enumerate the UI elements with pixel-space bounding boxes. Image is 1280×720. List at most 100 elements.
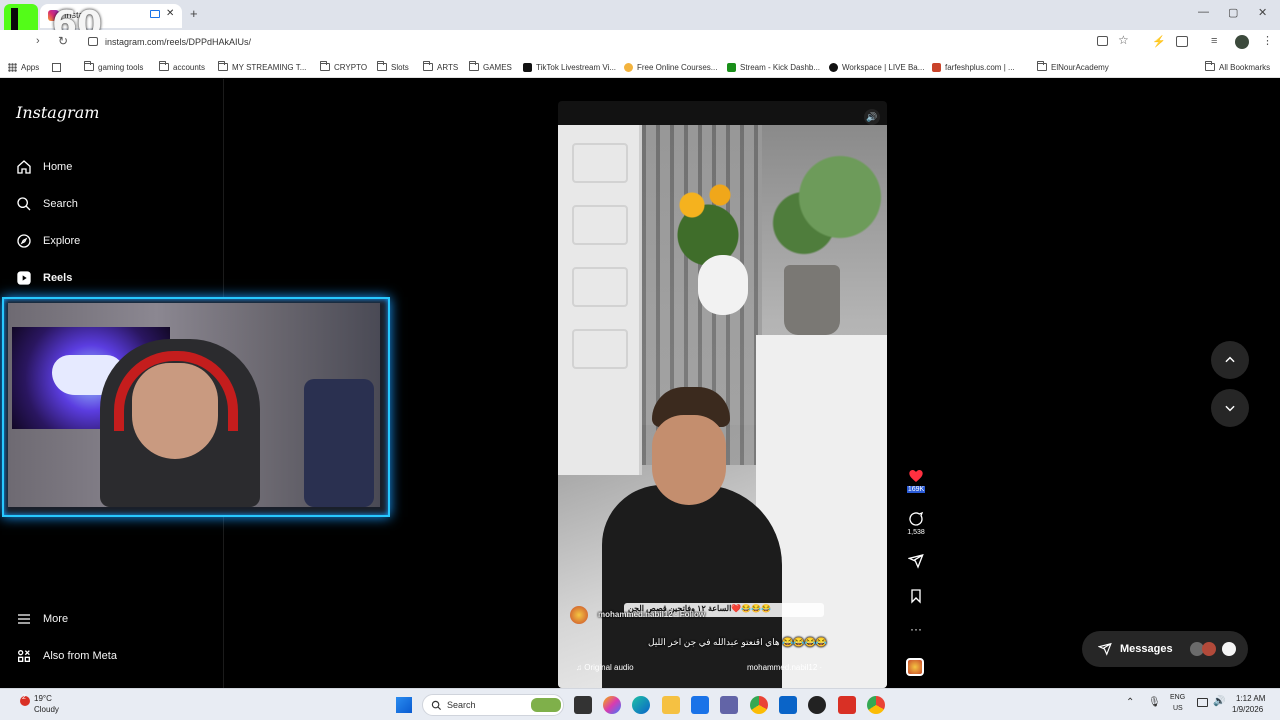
microphone-icon[interactable]: 🎙: [1148, 697, 1161, 708]
reading-list-icon[interactable]: ≡: [1211, 35, 1217, 47]
bookmark-star-icon[interactable]: ☆: [1118, 33, 1129, 47]
folder-icon: [320, 61, 330, 71]
door-panel: [572, 329, 628, 369]
reel-player[interactable]: الساعة ١٢ وفاتحين قصص الجن❤️😂😂😂 mohammed…: [558, 101, 887, 688]
bookmark-folder[interactable]: CRYPTO: [320, 60, 367, 74]
tiktok-icon: [829, 62, 838, 72]
gaming-chair: [304, 379, 374, 507]
nav-search[interactable]: Search: [16, 196, 78, 212]
nav-explore[interactable]: Explore: [16, 233, 80, 249]
messages-button[interactable]: Messages: [1082, 631, 1248, 667]
bookmark-link[interactable]: Stream - Kick Dashb...: [727, 60, 820, 74]
share-button[interactable]: [906, 553, 926, 571]
audio-label[interactable]: ♫ Original audio: [576, 663, 634, 672]
outlook-icon[interactable]: [779, 696, 797, 714]
chrome-menu-icon[interactable]: ⋮: [1262, 34, 1273, 47]
previous-reel-button[interactable]: [1211, 341, 1249, 379]
like-button[interactable]: 169K: [906, 468, 926, 493]
folder-icon: [1205, 61, 1215, 71]
install-app-icon[interactable]: [1097, 36, 1108, 46]
minimize-button[interactable]: —: [1198, 6, 1209, 18]
menu-icon: [18, 614, 30, 624]
nav-home[interactable]: Home: [16, 159, 72, 175]
chrome-icon[interactable]: [867, 696, 885, 714]
plant-pot: [784, 265, 840, 335]
taskbar-search-placeholder: Search: [447, 700, 476, 710]
nav-more[interactable]: More: [16, 611, 68, 627]
save-button[interactable]: [906, 588, 926, 606]
tab-close-icon[interactable]: ✕: [166, 8, 174, 19]
reels-icon: [17, 271, 31, 285]
bookmark-link[interactable]: TikTok Livestream Vi...: [523, 60, 616, 74]
site-info-icon[interactable]: [88, 37, 98, 46]
clock-time[interactable]: 1:12 AM: [1236, 694, 1265, 703]
maximize-button[interactable]: ▢: [1228, 6, 1238, 19]
start-button[interactable]: [396, 697, 412, 713]
close-window-button[interactable]: ✕: [1258, 6, 1267, 19]
back-icon[interactable]: ›: [36, 35, 40, 47]
url-bar[interactable]: instagram.com/reels/DPPdHAkAIUs/: [105, 37, 251, 47]
obs-icon[interactable]: [808, 696, 826, 714]
apps-grid-icon: [8, 62, 17, 72]
reload-icon[interactable]: ↻: [58, 34, 68, 48]
volume-icon[interactable]: 🔊: [1213, 696, 1225, 707]
man-face: [652, 415, 726, 505]
comment-icon: [909, 511, 924, 526]
new-tab-button[interactable]: +: [190, 6, 198, 21]
mute-button[interactable]: 🔊: [864, 109, 880, 125]
search-icon: [17, 197, 31, 211]
bookmark-folder[interactable]: MY STREAMING T...: [218, 60, 306, 74]
profile-avatar[interactable]: [1235, 35, 1249, 49]
bookmark-folder[interactable]: GAMES: [469, 60, 512, 74]
edge-icon[interactable]: [632, 696, 650, 714]
all-bookmarks[interactable]: All Bookmarks: [1205, 60, 1270, 74]
next-reel-button[interactable]: [1211, 389, 1249, 427]
extension-icon[interactable]: ⚡: [1152, 35, 1166, 48]
reel-caption: هاي اقنعتو عبدالله في جن اخر الليل 😂😂😂😂: [648, 637, 827, 647]
explore-icon: [17, 234, 31, 248]
bookmark-link[interactable]: Workspace | LIVE Ba...: [829, 60, 924, 74]
copilot-icon[interactable]: [603, 696, 621, 714]
network-icon[interactable]: [1197, 698, 1208, 707]
bookmark-folder[interactable]: ElNourAcademy: [1037, 60, 1109, 74]
chrome-icon[interactable]: [750, 696, 768, 714]
bookmark-link[interactable]: farfeshplus.com | ...: [932, 60, 1015, 74]
reel-video[interactable]: الساعة ١٢ وفاتحين قصص الجن❤️😂😂😂 mohammed…: [558, 125, 887, 688]
comment-count: 1,538: [907, 529, 925, 536]
audio-thumbnail[interactable]: [906, 658, 924, 676]
file-explorer-icon[interactable]: [662, 696, 680, 714]
bookmark-folder[interactable]: gaming tools: [84, 60, 143, 74]
meta-icon: [17, 650, 30, 662]
tab-audio-icon[interactable]: [150, 10, 160, 18]
bookmark-folder[interactable]: Slots: [377, 60, 409, 74]
bookmark-apps[interactable]: Apps: [8, 60, 39, 74]
chevron-up-icon: [1225, 356, 1235, 363]
extensions-puzzle-icon[interactable]: [1176, 36, 1188, 47]
bookmark-folder[interactable]: accounts: [159, 60, 205, 74]
task-view-icon[interactable]: [574, 696, 592, 714]
clock-date[interactable]: 1/9/2026: [1232, 705, 1263, 714]
more-options-button[interactable]: ···: [906, 622, 926, 636]
app-icon[interactable]: [838, 696, 856, 714]
man-body: [602, 485, 782, 688]
weather-widget[interactable]: 2 19°C Cloudy: [20, 694, 80, 718]
author-overlay[interactable]: mohammed.nabil12 · Follow: [598, 610, 705, 619]
language-bottom[interactable]: US: [1173, 705, 1183, 712]
instagram-logo[interactable]: Instagram: [16, 103, 99, 122]
tray-chevron-icon[interactable]: ⌃: [1126, 697, 1134, 708]
teams-icon[interactable]: [720, 696, 738, 714]
nav-also-from-meta[interactable]: Also from Meta: [16, 648, 117, 664]
nav-reels[interactable]: Reels: [16, 270, 72, 286]
bookmark-tab-groups[interactable]: [52, 60, 61, 74]
reel-author-link[interactable]: mohammed.nabil12 ·: [747, 663, 822, 672]
taskbar-search[interactable]: Search: [422, 694, 564, 716]
more-dots-icon: ···: [910, 622, 922, 636]
bookmark-folder[interactable]: ARTS: [423, 60, 458, 74]
site-icon: [932, 62, 941, 72]
send-icon: [1098, 642, 1112, 656]
comment-button[interactable]: 1,538: [906, 511, 926, 536]
author-avatar[interactable]: [570, 606, 588, 624]
bookmark-link[interactable]: Free Online Courses...: [624, 60, 717, 74]
store-icon[interactable]: [691, 696, 709, 714]
language-top[interactable]: ENG: [1170, 694, 1185, 701]
